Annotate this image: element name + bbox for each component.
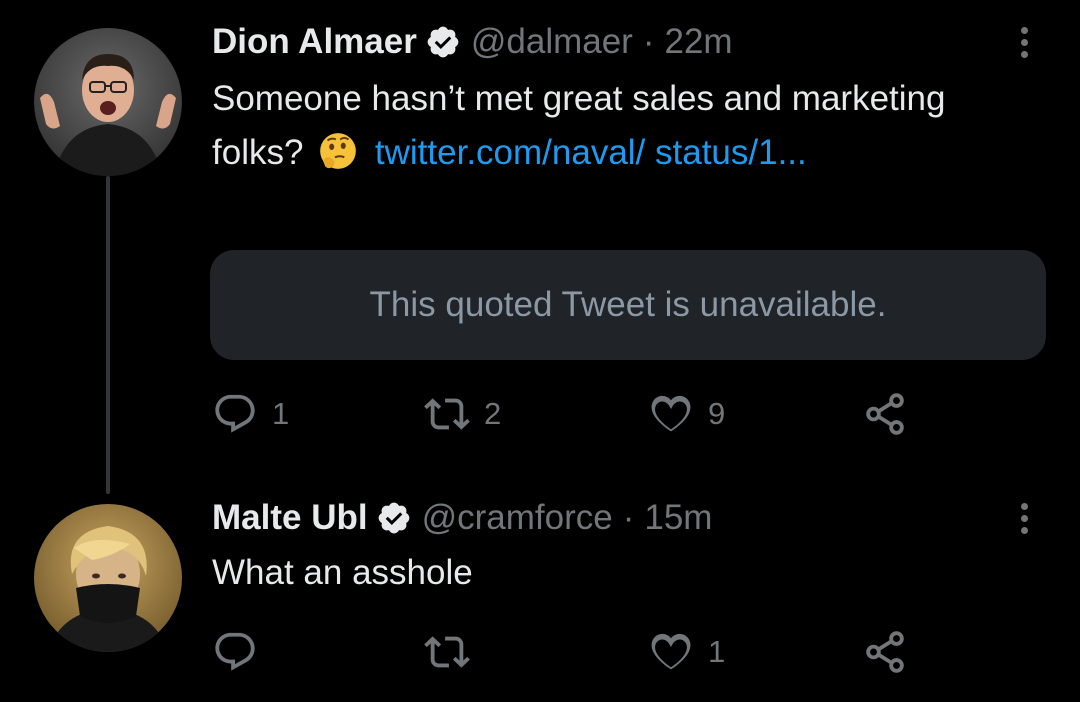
author-name[interactable]: Dion Almaer [212,22,417,62]
tweet-actions: 1 [212,626,1032,678]
tweet-header: Dion Almaer @dalmaer · 22m [212,20,733,64]
more-options-icon[interactable] [1010,496,1038,540]
share-icon [862,391,908,437]
tweet-text: What an asshole [212,546,992,600]
tweet-timestamp[interactable]: 22m [665,22,733,61]
like-button[interactable]: 1 [648,626,725,678]
tweet-header: Malte Ubl @cramforce · 15m [212,496,712,540]
tweet-text: Someone hasn’t met great sales and marke… [212,72,992,180]
author-handle[interactable]: @cramforce [422,498,613,537]
verified-badge-icon [425,24,461,60]
retweet-icon [424,629,470,675]
like-count: 1 [708,634,726,669]
retweet-icon [424,391,470,437]
verified-badge-icon [376,500,412,536]
retweet-button[interactable] [424,626,484,678]
avatar[interactable] [34,28,182,176]
thread-connector-line [106,176,110,494]
quoted-tweet-notice: This quoted Tweet is unavailable. [369,285,887,324]
share-button[interactable] [862,388,908,440]
meta-separator: · [642,22,655,61]
reply-count: 1 [272,396,290,431]
more-options-icon[interactable] [1010,20,1038,64]
heart-icon [648,391,694,437]
author-name[interactable]: Malte Ubl [212,498,368,538]
retweet-button[interactable]: 2 [424,388,501,440]
heart-icon [648,629,694,675]
share-button[interactable] [862,626,908,678]
reply-icon [212,629,258,675]
tweet-timestamp[interactable]: 15m [644,498,712,537]
avatar[interactable] [34,504,182,652]
meta-separator: · [622,498,635,537]
reply-icon [212,391,258,437]
thinking-face-emoji [317,130,359,172]
share-icon [862,629,908,675]
quoted-tweet-unavailable: This quoted Tweet is unavailable. [210,250,1046,360]
like-button[interactable]: 9 [648,388,725,440]
tweet-actions: 1 2 9 [212,388,1032,440]
like-count: 9 [708,396,726,431]
reply-button[interactable]: 1 [212,388,289,440]
reply-button[interactable] [212,626,272,678]
author-handle[interactable]: @dalmaer [471,22,633,61]
tweet-text-body: What an asshole [212,553,473,592]
tweet-link[interactable]: twitter.com/naval/ status/1... [375,133,807,172]
retweet-count: 2 [484,396,502,431]
